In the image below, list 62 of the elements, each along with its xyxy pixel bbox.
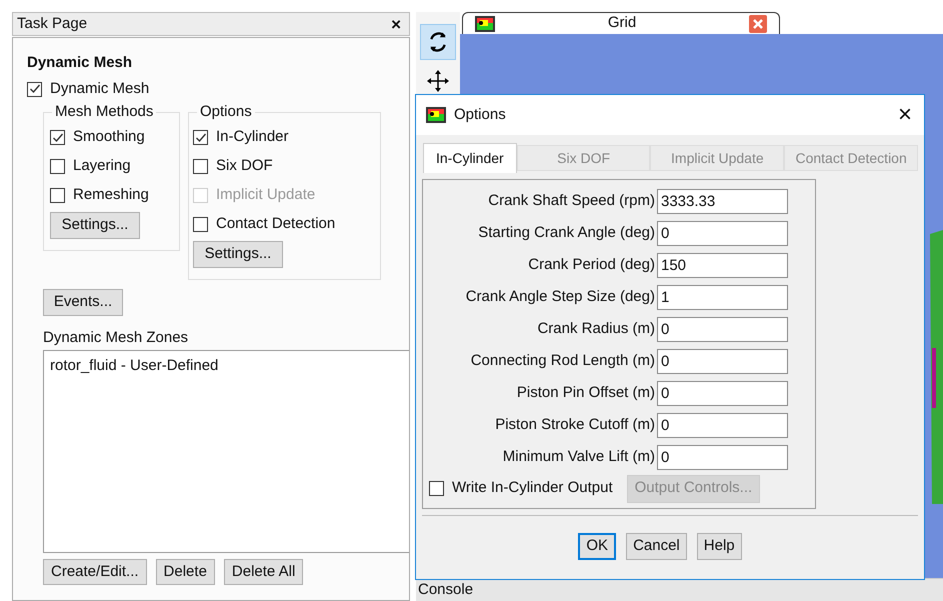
- checkbox-label: Implicit Update: [216, 185, 316, 206]
- input-field[interactable]: 150: [657, 252, 788, 278]
- field-label: Connecting Rod Length (m): [470, 350, 656, 371]
- input-field[interactable]: 0: [657, 412, 788, 438]
- action-button[interactable]: Create/Edit...: [43, 559, 147, 585]
- close-icon[interactable]: [749, 14, 767, 32]
- checkbox[interactable]: [193, 217, 208, 232]
- console-label: Console: [418, 580, 474, 600]
- checkbox-label: Contact Detection: [216, 214, 336, 234]
- field-label: Crank Angle Step Size (deg): [464, 286, 656, 307]
- rotate-icon[interactable]: [420, 24, 456, 60]
- field-label: Piston Stroke Cutoff (m): [494, 414, 656, 435]
- checkbox[interactable]: [27, 82, 42, 96]
- app-icon: [475, 16, 495, 32]
- input-field[interactable]: 0: [657, 220, 788, 246]
- checkbox-label: Remeshing: [73, 185, 149, 206]
- move-icon[interactable]: [427, 70, 449, 92]
- dialog-button[interactable]: Help: [696, 533, 742, 560]
- checkbox-label: Layering: [73, 156, 131, 176]
- app-icon: [426, 107, 446, 123]
- field-label: Starting Crank Angle (deg): [477, 222, 656, 243]
- checkbox[interactable]: [429, 481, 444, 496]
- dialog-button[interactable]: Cancel: [626, 533, 687, 560]
- settings-button[interactable]: Settings...: [50, 212, 140, 239]
- checkbox-label: In-Cylinder: [216, 127, 289, 148]
- zone-list[interactable]: rotor_fluid - User-Defined: [43, 350, 409, 553]
- action-button[interactable]: Delete: [156, 559, 215, 585]
- graphics-tab[interactable]: Grid: [462, 12, 780, 34]
- input-field[interactable]: 0: [657, 380, 788, 406]
- group-title: Options: [197, 102, 255, 122]
- zones-label: Dynamic Mesh Zones: [43, 328, 190, 348]
- field-label: Minimum Valve Lift (m): [502, 446, 656, 467]
- input-field[interactable]: 0: [657, 316, 788, 342]
- checkbox-label: Six DOF: [216, 156, 273, 176]
- checkbox-label: Smoothing: [73, 127, 145, 148]
- action-button[interactable]: Delete All: [224, 559, 304, 585]
- field-label: Crank Period (deg): [527, 254, 656, 275]
- checkbox[interactable]: [50, 188, 65, 203]
- events-button[interactable]: Events...: [43, 289, 123, 316]
- settings-button[interactable]: Settings...: [193, 241, 283, 268]
- tab-title: Grid: [606, 13, 638, 34]
- panel-title: Task Page: [17, 14, 88, 34]
- input-field[interactable]: 0: [657, 348, 788, 374]
- list-item[interactable]: rotor_fluid - User-Defined: [50, 355, 409, 377]
- input-field[interactable]: 1: [657, 284, 788, 310]
- field-label: Crank Shaft Speed (rpm): [487, 190, 656, 211]
- checkbox[interactable]: [193, 159, 208, 174]
- checkbox[interactable]: [50, 130, 65, 145]
- checkbox-label: Dynamic Mesh: [50, 78, 150, 99]
- dialog-button[interactable]: OK: [578, 533, 616, 560]
- close-button[interactable]: ×: [387, 16, 405, 32]
- checkbox[interactable]: [193, 130, 208, 145]
- input-field[interactable]: 3333.33: [657, 188, 788, 214]
- input-field[interactable]: 0: [657, 444, 788, 470]
- checkbox[interactable]: [50, 159, 65, 174]
- tab[interactable]: In-Cylinder: [423, 143, 517, 173]
- field-label: Crank Radius (m): [536, 318, 656, 339]
- checkbox-label: Write In-Cylinder Output: [452, 478, 613, 498]
- dialog-title: Options: [454, 104, 507, 125]
- field-label: Piston Pin Offset (m): [516, 382, 656, 403]
- section-heading: Dynamic Mesh: [27, 53, 134, 73]
- close-button[interactable]: ×: [896, 103, 914, 127]
